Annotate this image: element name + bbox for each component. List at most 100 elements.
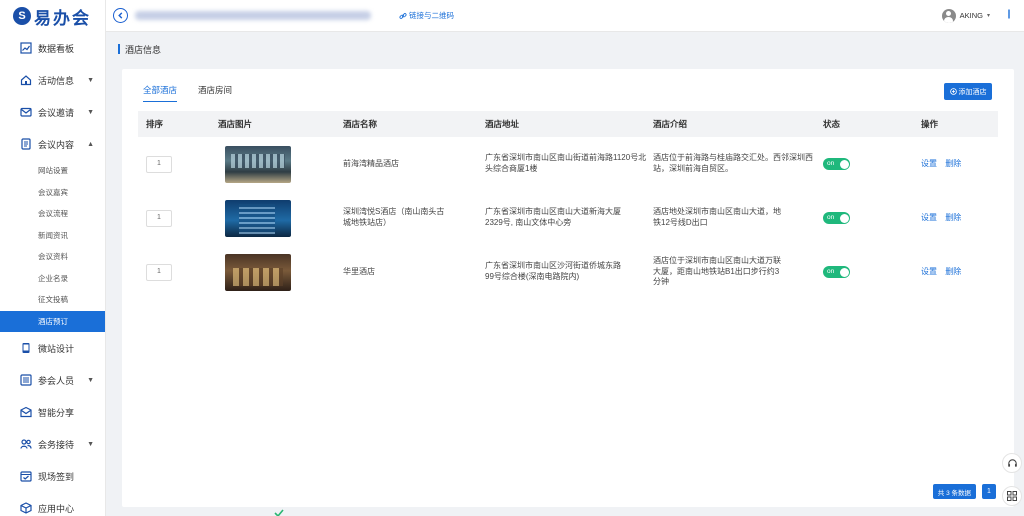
sidebar-item-label: 应用中心 — [38, 503, 75, 514]
sidebar-item-checkin[interactable]: 现场签到 — [0, 460, 105, 492]
sidebar-subitem-materials[interactable]: 会议资料 — [0, 246, 105, 268]
settings-link[interactable]: 设置 — [921, 267, 937, 276]
hotel-intro: 酒店位于深圳市南山区南山大道万联大厦，距南山地铁站B1出口步行约3分钟 — [653, 255, 781, 287]
delete-link[interactable]: 删除 — [945, 267, 961, 276]
sidebar-subitem-website-settings[interactable]: 网站设置 — [0, 160, 105, 182]
sidebar-item-label: 会务接待 — [38, 439, 75, 450]
sidebar-subitem-directory[interactable]: 企业名录 — [0, 268, 105, 290]
column-header: 状态 — [823, 119, 841, 129]
logo[interactable]: S 易办会 — [0, 0, 105, 32]
list-icon — [19, 374, 32, 387]
sidebar-item-dashboard[interactable]: 数据看板 — [0, 32, 105, 64]
delete-link[interactable]: 删除 — [945, 159, 961, 168]
plus-circle-icon — [949, 88, 957, 95]
sort-input[interactable]: 1 — [146, 155, 172, 173]
toggle-knob — [839, 159, 849, 169]
settings-link[interactable]: 设置 — [921, 159, 937, 168]
sidebar-subitem-agenda[interactable]: 会议流程 — [0, 203, 105, 225]
caret-down-icon: ▼ — [87, 376, 94, 384]
hotel-card: 全部酒店 酒店房间 添加酒店 排序 酒店图片 酒店名称 酒店地址 酒店介绍 状态… — [122, 69, 1014, 507]
sidebar-item-smart-share[interactable]: 智能分享 — [0, 396, 105, 428]
status-toggle[interactable]: on — [823, 266, 850, 278]
link-qrcode-button[interactable]: 链接与二维码 — [399, 10, 454, 21]
link-icon — [399, 12, 407, 19]
hotel-photo — [225, 145, 291, 183]
sidebar-subitem-guests[interactable]: 会议嘉宾 — [0, 182, 105, 204]
sidebar-subitem-submissions[interactable]: 征文投稿 — [0, 289, 105, 311]
sort-input[interactable]: 1 — [146, 263, 172, 281]
grid-menu-button[interactable] — [1002, 486, 1022, 506]
table-row: 1 华里酒店 广东省深圳市南山区沙河街道侨城东路99号综合楼(深南电路院内) 酒… — [138, 245, 998, 299]
sidebar-item-label: 微站设计 — [38, 343, 75, 354]
sidebar-subitem-news[interactable]: 新闻资讯 — [0, 225, 105, 247]
column-header: 酒店地址 — [485, 119, 520, 129]
hotel-photo — [225, 253, 291, 291]
sidebar-item-content[interactable]: 会议内容 ▲ — [0, 128, 105, 160]
chevron-left-icon — [118, 12, 123, 19]
caret-down-icon: ▼ — [87, 440, 94, 448]
toggle-label: on — [827, 267, 835, 275]
cube-icon — [19, 502, 32, 515]
tab-hotel-rooms[interactable]: 酒店房间 — [198, 84, 232, 102]
page-title: 酒店信息 — [118, 43, 161, 55]
hotel-address: 广东省深圳市南山区沙河街道侨城东路99号综合楼(深南电路院内) — [485, 261, 621, 281]
mobile-icon — [19, 342, 32, 355]
add-hotel-label: 添加酒店 — [958, 88, 987, 96]
title-accent-bar — [118, 44, 120, 54]
hotel-intro: 酒店地处深圳市南山区南山大道，地铁12号线D出口 — [653, 207, 781, 227]
top-bar: 链接与二维码 AKING ▾ — [106, 0, 1024, 32]
sidebar-item-label: 现场签到 — [38, 471, 75, 482]
logo-text: 易办会 — [34, 8, 91, 29]
headset-icon — [1007, 458, 1017, 467]
avatar — [941, 8, 956, 23]
tab-bar: 全部酒店 酒店房间 — [143, 84, 232, 102]
sidebar-subitem-hotel-booking[interactable]: 酒店预订 — [0, 310, 105, 332]
hotel-address: 广东省深圳市南山区南山街道前海路1120号北头综合商厦1楼 — [485, 153, 647, 173]
sidebar-item-attendees[interactable]: 参会人员 ▼ — [0, 364, 105, 396]
sidebar-item-reception[interactable]: 会务接待 ▼ — [0, 428, 105, 460]
hotel-address: 广东省深圳市南山区南山大道新海大厦2329号, 南山文体中心旁 — [485, 207, 621, 227]
document-icon — [19, 138, 32, 151]
toggle-knob — [839, 213, 849, 223]
back-button[interactable] — [113, 8, 128, 23]
status-toggle[interactable]: on — [823, 158, 850, 170]
hotel-name: 前海湾精品酒店 — [343, 158, 399, 168]
toggle-label: on — [827, 159, 835, 167]
caret-up-icon: ▲ — [87, 140, 94, 148]
hotel-table: 排序 酒店图片 酒店名称 酒店地址 酒店介绍 状态 操作 1 前海湾精品酒店 广… — [138, 111, 998, 299]
sort-input[interactable]: 1 — [146, 209, 172, 227]
logo-icon: S — [13, 7, 31, 25]
delete-link[interactable]: 删除 — [945, 213, 961, 222]
sidebar-item-label: 参会人员 — [38, 375, 75, 386]
toggle-label: on — [827, 213, 835, 221]
table-header-row: 排序 酒店图片 酒店名称 酒店地址 酒店介绍 状态 操作 — [138, 111, 998, 137]
hotel-intro: 酒店位于前海路与桂庙路交汇处。西邻深圳西站，深圳前海自贸区。 — [653, 153, 813, 173]
settings-link[interactable]: 设置 — [921, 213, 937, 222]
check-icon — [274, 509, 284, 516]
grid-icon — [1007, 491, 1017, 501]
power-icon[interactable] — [1004, 9, 1014, 22]
sidebar-item-invitation[interactable]: 会议邀请 ▼ — [0, 96, 105, 128]
sidebar-item-activity-info[interactable]: 活动信息 ▼ — [0, 64, 105, 96]
table-row: 1 深圳湾悦S酒店（南山南头古城地铁站店） 广东省深圳市南山区南山大道新海大厦2… — [138, 191, 998, 245]
tab-all-hotels[interactable]: 全部酒店 — [143, 84, 178, 102]
user-menu[interactable]: AKING ▾ — [941, 8, 1014, 23]
blurred-event-title — [135, 11, 371, 20]
page-number-button[interactable]: 1 — [982, 484, 996, 499]
chart-icon — [19, 42, 32, 55]
hotel-name: 深圳湾悦S酒店（南山南头古城地铁站店） — [343, 207, 445, 227]
column-header: 酒店图片 — [218, 119, 253, 129]
people-icon — [19, 438, 32, 451]
link-qrcode-label: 链接与二维码 — [409, 11, 454, 20]
caret-down-icon: ▼ — [87, 76, 94, 84]
pagination: 共 3 条数据 1 — [932, 484, 996, 499]
sidebar-item-microsite[interactable]: 微站设计 — [0, 332, 105, 364]
sidebar-item-label: 数据看板 — [38, 43, 75, 54]
total-count: 共 3 条数据 — [932, 484, 976, 499]
sidebar-item-app-center[interactable]: 应用中心 — [0, 492, 105, 516]
sidebar-item-label: 会议内容 — [38, 139, 75, 150]
customer-service-button[interactable] — [1002, 453, 1022, 473]
sidebar-menu: 数据看板 活动信息 ▼ 会议邀请 ▼ 会议内容 ▲ 网站设置 会议嘉宾 会议流程… — [0, 32, 105, 516]
status-toggle[interactable]: on — [823, 212, 850, 224]
add-hotel-button[interactable]: 添加酒店 — [944, 83, 992, 100]
